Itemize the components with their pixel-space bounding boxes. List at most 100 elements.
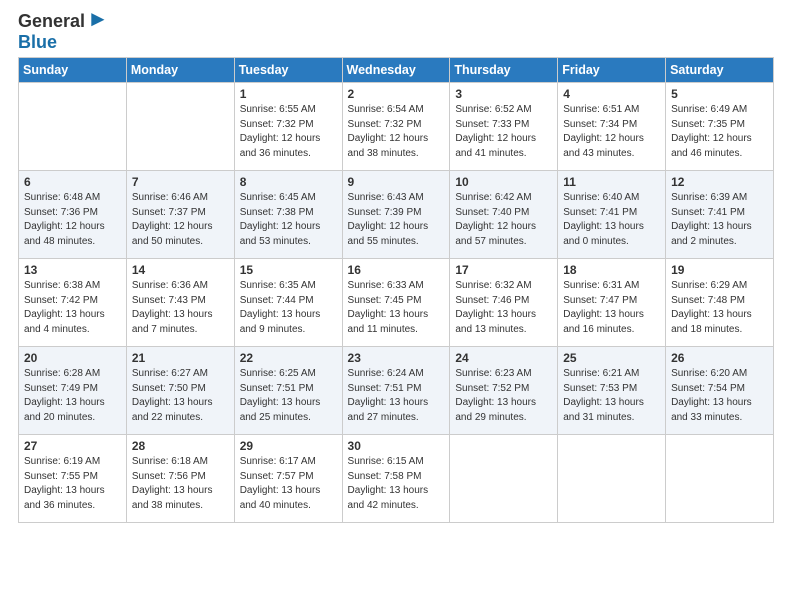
calendar-cell: 26 Sunrise: 6:20 AM Sunset: 7:54 PM Dayli…: [666, 347, 774, 435]
day-number: 30: [348, 439, 445, 453]
day-number: 12: [671, 175, 768, 189]
day-info: Sunrise: 6:24 AM Sunset: 7:51 PM Dayligh…: [348, 367, 445, 425]
day-number: 19: [671, 263, 768, 277]
day-info: Sunrise: 6:46 AM Sunset: 7:37 PM Dayligh…: [132, 191, 229, 249]
calendar-week-2: 6Sunrise: 6:48 AM Sunset: 7:36 PM Daylig…: [19, 171, 774, 259]
days-header-row: SundayMondayTuesdayWednesdayThursdayFrid…: [19, 58, 774, 83]
calendar-cell: 22 Sunrise: 6:25 AM Sunset: 7:51 PM Dayli…: [234, 347, 342, 435]
logo-general-text: General: [18, 12, 85, 30]
day-number: 4: [563, 87, 660, 101]
calendar-cell: 1 Sunrise: 6:55 AM Sunset: 7:32 PM Daylig…: [234, 83, 342, 171]
day-info: Sunrise: 6:29 AM Sunset: 7:48 PM Dayligh…: [671, 279, 768, 337]
day-number: 23: [348, 351, 445, 365]
calendar-cell: 14 Sunrise: 6:36 AM Sunset: 7:43 PM Dayli…: [126, 259, 234, 347]
day-number: 14: [132, 263, 229, 277]
calendar-cell: 8 Sunrise: 6:45 AM Sunset: 7:38 PM Daylig…: [234, 171, 342, 259]
day-info: Sunrise: 6:55 AM Sunset: 7:32 PM Dayligh…: [240, 103, 337, 161]
day-number: 9: [348, 175, 445, 189]
calendar-cell: 13 Sunrise: 6:38 AM Sunset: 7:42 PM Dayli…: [19, 259, 127, 347]
day-info: Sunrise: 6:21 AM Sunset: 7:53 PM Dayligh…: [563, 367, 660, 425]
day-number: 29: [240, 439, 337, 453]
day-info: Sunrise: 6:33 AM Sunset: 7:45 PM Dayligh…: [348, 279, 445, 337]
calendar-cell: 3 Sunrise: 6:52 AM Sunset: 7:33 PM Daylig…: [450, 83, 558, 171]
calendar-week-3: 13 Sunrise: 6:38 AM Sunset: 7:42 PM Dayli…: [19, 259, 774, 347]
day-info: Sunrise: 6:20 AM Sunset: 7:54 PM Dayligh…: [671, 367, 768, 425]
day-info: Sunrise: 6:27 AM Sunset: 7:50 PM Dayligh…: [132, 367, 229, 425]
calendar-cell: 23 Sunrise: 6:24 AM Sunset: 7:51 PM Dayli…: [342, 347, 450, 435]
calendar-cell: 27Sunrise: 6:19 AM Sunset: 7:55 PM Dayli…: [19, 435, 127, 523]
calendar-cell: 6Sunrise: 6:48 AM Sunset: 7:36 PM Daylig…: [19, 171, 127, 259]
day-info: Sunrise: 6:15 AM Sunset: 7:58 PM Dayligh…: [348, 455, 445, 513]
day-header-monday: Monday: [126, 58, 234, 83]
calendar-cell: 5 Sunrise: 6:49 AM Sunset: 7:35 PM Daylig…: [666, 83, 774, 171]
day-info: Sunrise: 6:25 AM Sunset: 7:51 PM Dayligh…: [240, 367, 337, 425]
calendar-cell: 28 Sunrise: 6:18 AM Sunset: 7:56 PM Dayli…: [126, 435, 234, 523]
calendar-cell: 21 Sunrise: 6:27 AM Sunset: 7:50 PM Dayli…: [126, 347, 234, 435]
calendar-cell: [558, 435, 666, 523]
day-info: Sunrise: 6:54 AM Sunset: 7:32 PM Dayligh…: [348, 103, 445, 161]
calendar-cell: 12 Sunrise: 6:39 AM Sunset: 7:41 PM Dayli…: [666, 171, 774, 259]
day-info: Sunrise: 6:18 AM Sunset: 7:56 PM Dayligh…: [132, 455, 229, 513]
calendar-table: SundayMondayTuesdayWednesdayThursdayFrid…: [18, 57, 774, 523]
logo: General ► Blue: [18, 10, 109, 53]
calendar-cell: [126, 83, 234, 171]
calendar-cell: [450, 435, 558, 523]
day-info: Sunrise: 6:23 AM Sunset: 7:52 PM Dayligh…: [455, 367, 552, 425]
page: { "header": { "logo_general": "General",…: [0, 0, 792, 612]
day-info: Sunrise: 6:35 AM Sunset: 7:44 PM Dayligh…: [240, 279, 337, 337]
calendar-cell: 7Sunrise: 6:46 AM Sunset: 7:37 PM Daylig…: [126, 171, 234, 259]
day-info: Sunrise: 6:17 AM Sunset: 7:57 PM Dayligh…: [240, 455, 337, 513]
day-number: 6: [24, 175, 121, 189]
day-number: 1: [240, 87, 337, 101]
day-info: Sunrise: 6:43 AM Sunset: 7:39 PM Dayligh…: [348, 191, 445, 249]
day-info: Sunrise: 6:32 AM Sunset: 7:46 PM Dayligh…: [455, 279, 552, 337]
day-number: 27: [24, 439, 121, 453]
day-number: 21: [132, 351, 229, 365]
day-info: Sunrise: 6:42 AM Sunset: 7:40 PM Dayligh…: [455, 191, 552, 249]
calendar-cell: 29 Sunrise: 6:17 AM Sunset: 7:57 PM Dayli…: [234, 435, 342, 523]
day-number: 5: [671, 87, 768, 101]
day-info: Sunrise: 6:45 AM Sunset: 7:38 PM Dayligh…: [240, 191, 337, 249]
logo-blue-text: Blue: [18, 32, 109, 53]
day-number: 10: [455, 175, 552, 189]
calendar-cell: 15 Sunrise: 6:35 AM Sunset: 7:44 PM Dayli…: [234, 259, 342, 347]
calendar-cell: 19 Sunrise: 6:29 AM Sunset: 7:48 PM Dayli…: [666, 259, 774, 347]
day-number: 8: [240, 175, 337, 189]
day-number: 13: [24, 263, 121, 277]
day-number: 15: [240, 263, 337, 277]
logo-bird-icon: ►: [87, 6, 109, 32]
day-info: Sunrise: 6:39 AM Sunset: 7:41 PM Dayligh…: [671, 191, 768, 249]
day-number: 17: [455, 263, 552, 277]
day-header-saturday: Saturday: [666, 58, 774, 83]
day-number: 26: [671, 351, 768, 365]
calendar-cell: 16 Sunrise: 6:33 AM Sunset: 7:45 PM Dayli…: [342, 259, 450, 347]
day-number: 20: [24, 351, 121, 365]
calendar-cell: 20Sunrise: 6:28 AM Sunset: 7:49 PM Dayli…: [19, 347, 127, 435]
day-header-sunday: Sunday: [19, 58, 127, 83]
calendar-cell: [19, 83, 127, 171]
day-header-tuesday: Tuesday: [234, 58, 342, 83]
day-info: Sunrise: 6:40 AM Sunset: 7:41 PM Dayligh…: [563, 191, 660, 249]
calendar-cell: 4Sunrise: 6:51 AM Sunset: 7:34 PM Daylig…: [558, 83, 666, 171]
calendar-cell: 11Sunrise: 6:40 AM Sunset: 7:41 PM Dayli…: [558, 171, 666, 259]
day-number: 24: [455, 351, 552, 365]
calendar-cell: [666, 435, 774, 523]
header: General ► Blue: [18, 10, 774, 53]
calendar-cell: 18 Sunrise: 6:31 AM Sunset: 7:47 PM Dayli…: [558, 259, 666, 347]
day-number: 16: [348, 263, 445, 277]
calendar-cell: 24 Sunrise: 6:23 AM Sunset: 7:52 PM Dayli…: [450, 347, 558, 435]
day-info: Sunrise: 6:36 AM Sunset: 7:43 PM Dayligh…: [132, 279, 229, 337]
calendar-cell: 10 Sunrise: 6:42 AM Sunset: 7:40 PM Dayli…: [450, 171, 558, 259]
day-number: 22: [240, 351, 337, 365]
calendar-cell: 9 Sunrise: 6:43 AM Sunset: 7:39 PM Daylig…: [342, 171, 450, 259]
day-number: 2: [348, 87, 445, 101]
day-info: Sunrise: 6:52 AM Sunset: 7:33 PM Dayligh…: [455, 103, 552, 161]
day-number: 28: [132, 439, 229, 453]
day-info: Sunrise: 6:49 AM Sunset: 7:35 PM Dayligh…: [671, 103, 768, 161]
day-header-thursday: Thursday: [450, 58, 558, 83]
day-info: Sunrise: 6:31 AM Sunset: 7:47 PM Dayligh…: [563, 279, 660, 337]
day-number: 3: [455, 87, 552, 101]
day-info: Sunrise: 6:38 AM Sunset: 7:42 PM Dayligh…: [24, 279, 121, 337]
day-number: 18: [563, 263, 660, 277]
day-number: 25: [563, 351, 660, 365]
